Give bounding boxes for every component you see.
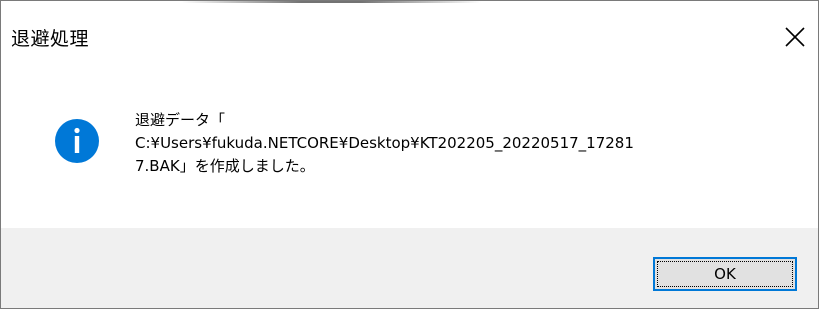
dialog-footer: OK bbox=[1, 228, 818, 308]
dialog-content: 退避データ「 C:¥Users¥fukuda.NETCORE¥Desktop¥K… bbox=[1, 71, 818, 228]
info-icon bbox=[55, 119, 99, 163]
close-icon bbox=[785, 27, 805, 47]
message-line-2: C:¥Users¥fukuda.NETCORE¥Desktop¥KT202205… bbox=[135, 134, 634, 152]
message-dialog: 退避処理 退避データ「 C:¥Users¥fukuda.NETCORE¥Desk… bbox=[0, 0, 819, 309]
message-line-1: 退避データ「 bbox=[135, 111, 226, 129]
close-button[interactable] bbox=[779, 21, 811, 53]
title-bar[interactable]: 退避処理 bbox=[1, 1, 818, 71]
ok-button[interactable]: OK bbox=[653, 257, 797, 291]
message-line-3: 7.BAK」を作成しました。 bbox=[135, 157, 315, 175]
message-text: 退避データ「 C:¥Users¥fukuda.NETCORE¥Desktop¥K… bbox=[135, 109, 815, 178]
ok-button-label: OK bbox=[714, 265, 736, 283]
window-title: 退避処理 bbox=[11, 28, 90, 50]
